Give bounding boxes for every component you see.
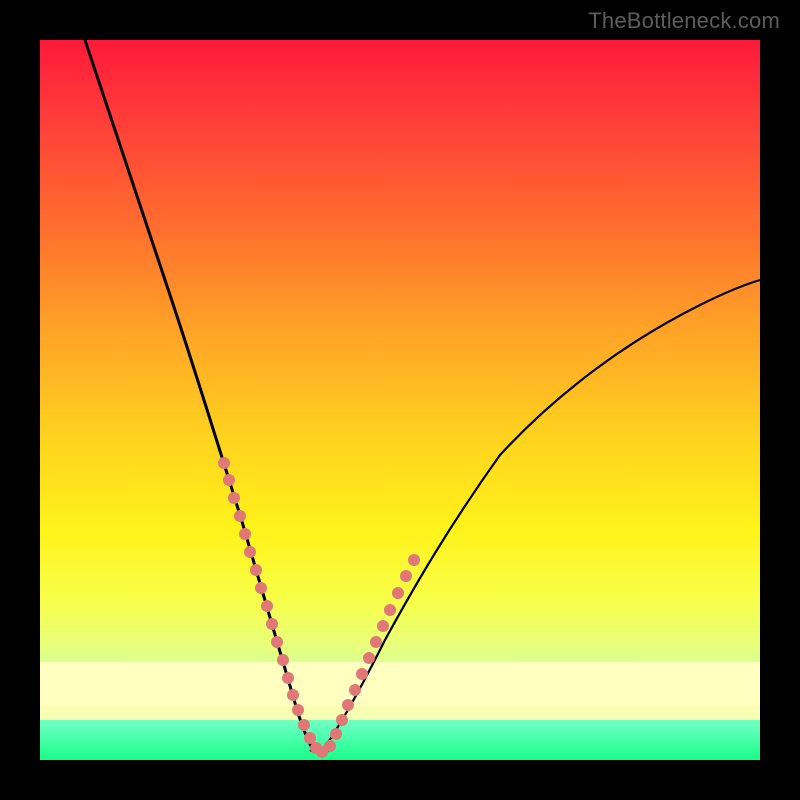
plot-area	[40, 40, 760, 760]
curve-right-branch	[325, 280, 760, 747]
attribution-label: TheBottleneck.com	[588, 8, 780, 34]
curve-svg	[40, 40, 760, 760]
chart-frame: TheBottleneck.com	[0, 0, 800, 800]
stipple-left	[218, 457, 328, 758]
stipple-right	[324, 554, 420, 752]
